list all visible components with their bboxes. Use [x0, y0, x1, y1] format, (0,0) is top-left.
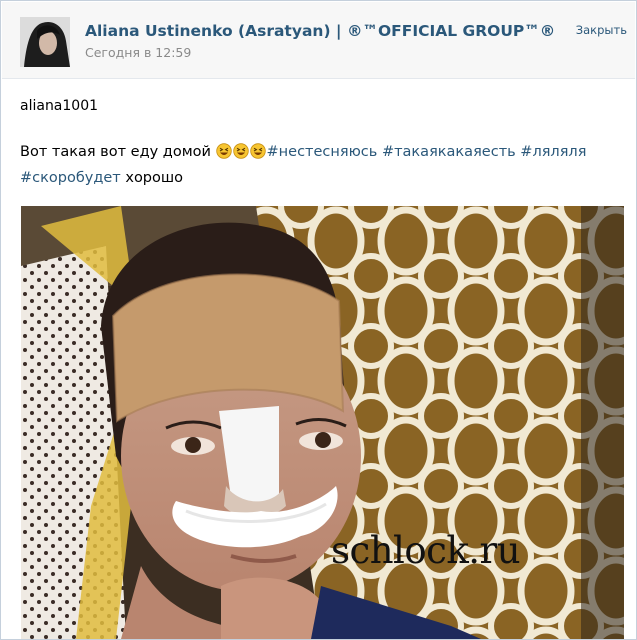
post-header: Aliana Ustinenko (Asratyan) | ®™OFFICIAL… [2, 2, 635, 79]
post-text-start: Вот такая вот еду домой [20, 144, 216, 160]
hashtag-link[interactable]: #ляляля [520, 144, 586, 160]
post-username: aliana1001 [20, 98, 99, 114]
post-date: Сегодня в 12:59 [85, 45, 192, 60]
post-window: Aliana Ustinenko (Asratyan) | ®™OFFICIAL… [0, 0, 637, 640]
post-text: Вот такая вот еду домой #нестесняюсь #та… [20, 141, 620, 190]
avatar[interactable] [20, 17, 70, 67]
watermark-text: schlock.ru [331, 529, 521, 572]
post-photo[interactable] [21, 206, 624, 639]
hashtag-link[interactable]: #скоробудет [20, 170, 121, 186]
post-content: aliana1001 Вот такая вот еду домой #нест… [20, 97, 620, 190]
photo-image [21, 206, 624, 639]
post-text-end: хорошо [120, 170, 184, 186]
author-name[interactable]: Aliana Ustinenko (Asratyan) | ®™OFFICIAL… [85, 22, 555, 40]
laughing-emoji-icon [232, 143, 249, 167]
avatar-image [20, 17, 70, 67]
laughing-emoji-icon [215, 143, 232, 167]
hashtag-link[interactable]: #такаякакаяесть [382, 144, 516, 160]
close-button[interactable]: Закрыть [576, 23, 627, 37]
hashtag-link[interactable]: #нестесняюсь [267, 144, 378, 160]
laughing-emoji-icon [249, 143, 266, 167]
